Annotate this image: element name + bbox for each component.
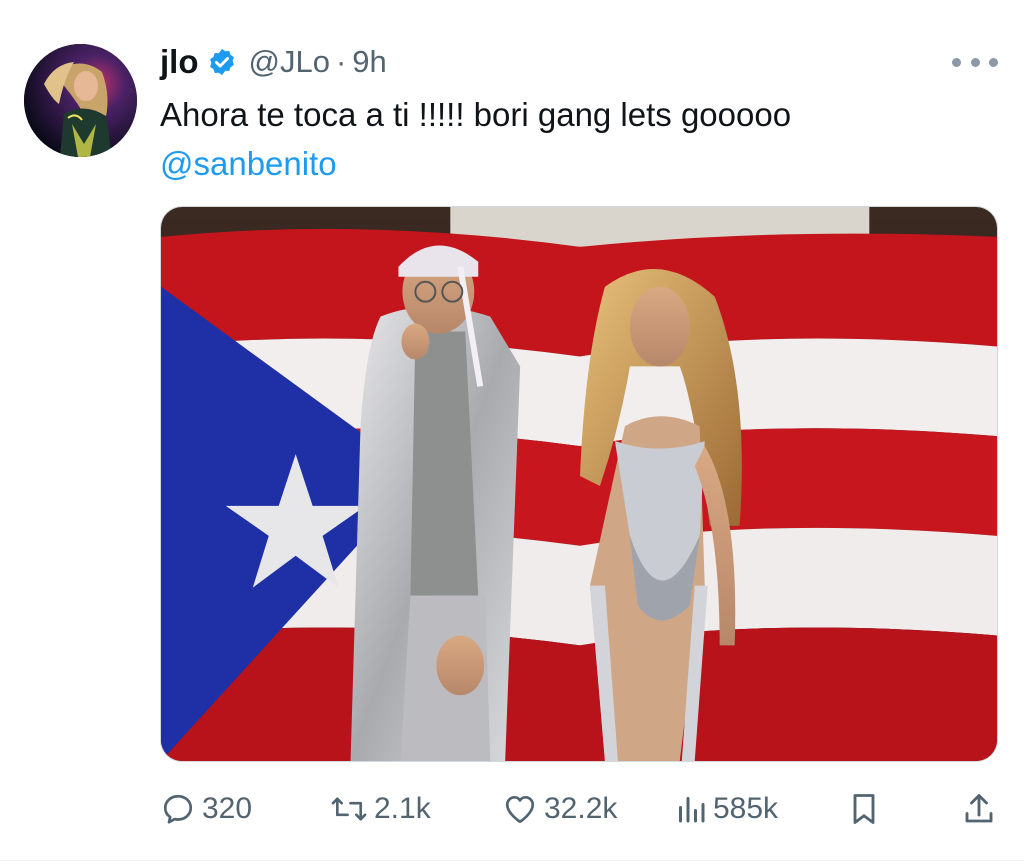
views-icon [679,797,705,823]
bookmark-button[interactable] [848,785,880,833]
heart-icon [505,795,535,824]
bookmark-icon [853,794,875,824]
author-name[interactable]: jlo [160,43,199,81]
views-count: 585k [713,792,779,825]
tweet-photo[interactable] [160,206,998,762]
like-count: 32.2k [544,792,618,825]
post-time[interactable]: 9h [352,44,386,80]
author-handle[interactable]: @JLo [249,44,330,80]
repost-count: 2.1k [374,792,431,825]
share-icon [965,794,993,823]
tweet[interactable]: jlo @JLo · 9h Ahora te toca a ti !!!!! b… [0,0,1024,865]
share-button[interactable] [962,785,996,833]
repost-button[interactable]: 2.1k [330,785,431,833]
tweet-text: Ahora te toca a ti !!!!! bori gang lets … [160,96,792,133]
repost-icon [331,797,367,821]
action-bar: 320 2.1k 32.2k 585k [160,785,1000,833]
more-icon[interactable] [952,52,998,72]
separator-dot: · [335,44,347,79]
avatar-image [24,44,137,157]
avatar[interactable] [24,44,137,157]
mention-link[interactable]: @sanbenito [160,139,337,188]
reply-icon [163,794,193,824]
reply-button[interactable]: 320 [160,785,252,833]
like-button[interactable]: 32.2k [502,785,617,833]
photo-image [161,207,997,761]
divider [0,860,1024,861]
views-button[interactable]: 585k [675,785,778,833]
reply-count: 320 [202,792,253,825]
verified-badge-icon [209,48,234,76]
tweet-header: jlo @JLo · 9h [160,40,387,84]
